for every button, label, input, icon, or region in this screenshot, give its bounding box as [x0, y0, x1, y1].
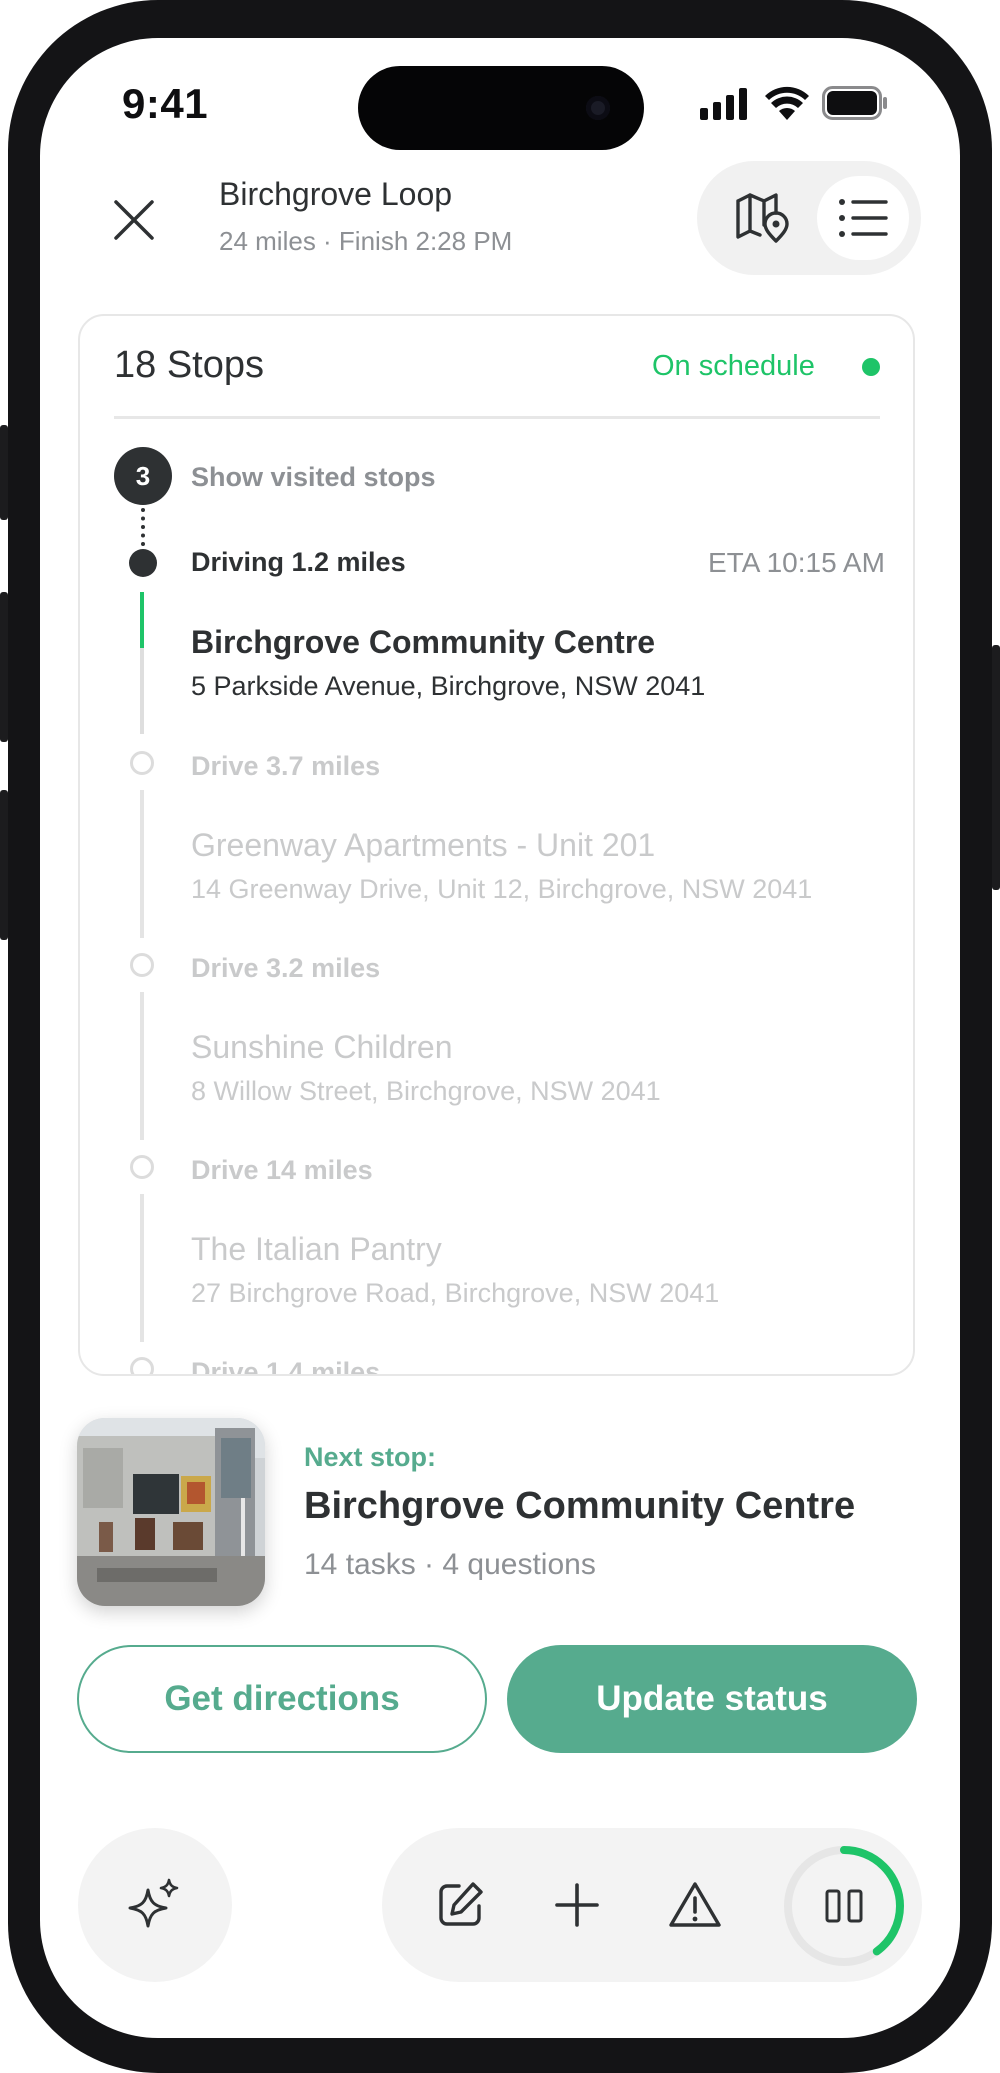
- volume-down-button: [0, 790, 8, 940]
- card-divider: [114, 416, 880, 419]
- timeline-connector: [141, 508, 149, 546]
- pause-route-button[interactable]: [782, 1844, 906, 1968]
- current-stop-marker: [129, 549, 157, 577]
- timeline-connector: [140, 992, 144, 1140]
- map-pin-icon: [736, 193, 789, 243]
- route-title: Birchgrove Loop: [219, 176, 453, 212]
- close-icon: [114, 200, 154, 240]
- add-button[interactable]: [537, 1865, 617, 1945]
- dynamic-island: [358, 66, 644, 150]
- camera-icon: [586, 96, 610, 120]
- ai-assistant-button[interactable]: [78, 1828, 232, 1982]
- stop-marker: [130, 1155, 154, 1179]
- show-visited-stops-toggle[interactable]: Show visited stops: [191, 462, 436, 493]
- volume-up-button: [0, 592, 8, 742]
- route-subtitle: 24 miles · Finish 2:28 PM: [219, 226, 513, 256]
- next-stop-name: Birchgrove Community Centre: [304, 1485, 856, 1527]
- drive-distance: Drive 3.7 miles: [191, 751, 381, 781]
- visited-count-badge[interactable]: 3: [114, 447, 172, 505]
- power-button: [992, 645, 1000, 890]
- drive-distance: Drive 1.4 miles: [191, 1357, 381, 1374]
- update-status-button[interactable]: Update status: [507, 1645, 917, 1753]
- drive-distance: Drive 14 miles: [191, 1155, 373, 1185]
- drive-distance: Drive 3.2 miles: [191, 953, 381, 983]
- pause-icon: [825, 1889, 863, 1923]
- list-icon: [839, 199, 888, 237]
- stop-address: 27 Birchgrove Road, Birchgrove, NSW 2041: [191, 1278, 720, 1308]
- current-eta: ETA 10:15 AM: [708, 547, 885, 578]
- drive-progress-line: [140, 592, 144, 648]
- schedule-status: On schedule: [652, 350, 815, 382]
- plus-icon: [555, 1883, 599, 1927]
- card-scroll-clip: Drive 1.4 miles: [80, 1340, 912, 1374]
- report-issue-button[interactable]: [655, 1865, 735, 1945]
- stop-address: 8 Willow Street, Birchgrove, NSW 2041: [191, 1076, 661, 1106]
- current-drive-distance: Driving 1.2 miles: [191, 547, 406, 577]
- stop-photo: [77, 1418, 265, 1606]
- stop-name[interactable]: Sunshine Children: [191, 1029, 453, 1066]
- stop-name[interactable]: Greenway Apartments - Unit 201: [191, 827, 655, 864]
- cellular-signal-icon: [700, 88, 750, 125]
- wifi-icon: [765, 86, 809, 125]
- stop-name[interactable]: The Italian Pantry: [191, 1231, 442, 1268]
- next-stop-meta: 14 tasks · 4 questions: [304, 1548, 596, 1581]
- timeline-connector: [140, 1194, 144, 1342]
- get-directions-button[interactable]: Get directions: [77, 1645, 487, 1753]
- stop-marker: [130, 1357, 154, 1374]
- status-indicator: [862, 358, 880, 376]
- edit-icon: [439, 1882, 483, 1926]
- close-button[interactable]: [104, 190, 164, 250]
- list-view-button[interactable]: [817, 176, 909, 260]
- stops-count: 18 Stops: [114, 344, 264, 386]
- current-stop-address: 5 Parkside Avenue, Birchgrove, NSW 2041: [191, 671, 706, 701]
- timeline-connector: [140, 790, 144, 938]
- map-view-button[interactable]: [716, 179, 808, 257]
- stop-marker: [130, 751, 154, 775]
- action-button: [0, 425, 8, 520]
- stop-marker: [130, 953, 154, 977]
- status-time: 9:41: [122, 80, 209, 127]
- sparkle-icon: [128, 1878, 179, 1928]
- next-stop-caption: Next stop:: [304, 1442, 437, 1472]
- current-stop-name[interactable]: Birchgrove Community Centre: [191, 624, 655, 661]
- timeline-connector: [140, 648, 144, 734]
- warning-icon: [669, 1882, 721, 1927]
- stop-address: 14 Greenway Drive, Unit 12, Birchgrove, …: [191, 874, 813, 904]
- edit-note-button[interactable]: [420, 1865, 500, 1945]
- route-progress-ring: [784, 1846, 904, 1966]
- battery-icon: [822, 86, 888, 125]
